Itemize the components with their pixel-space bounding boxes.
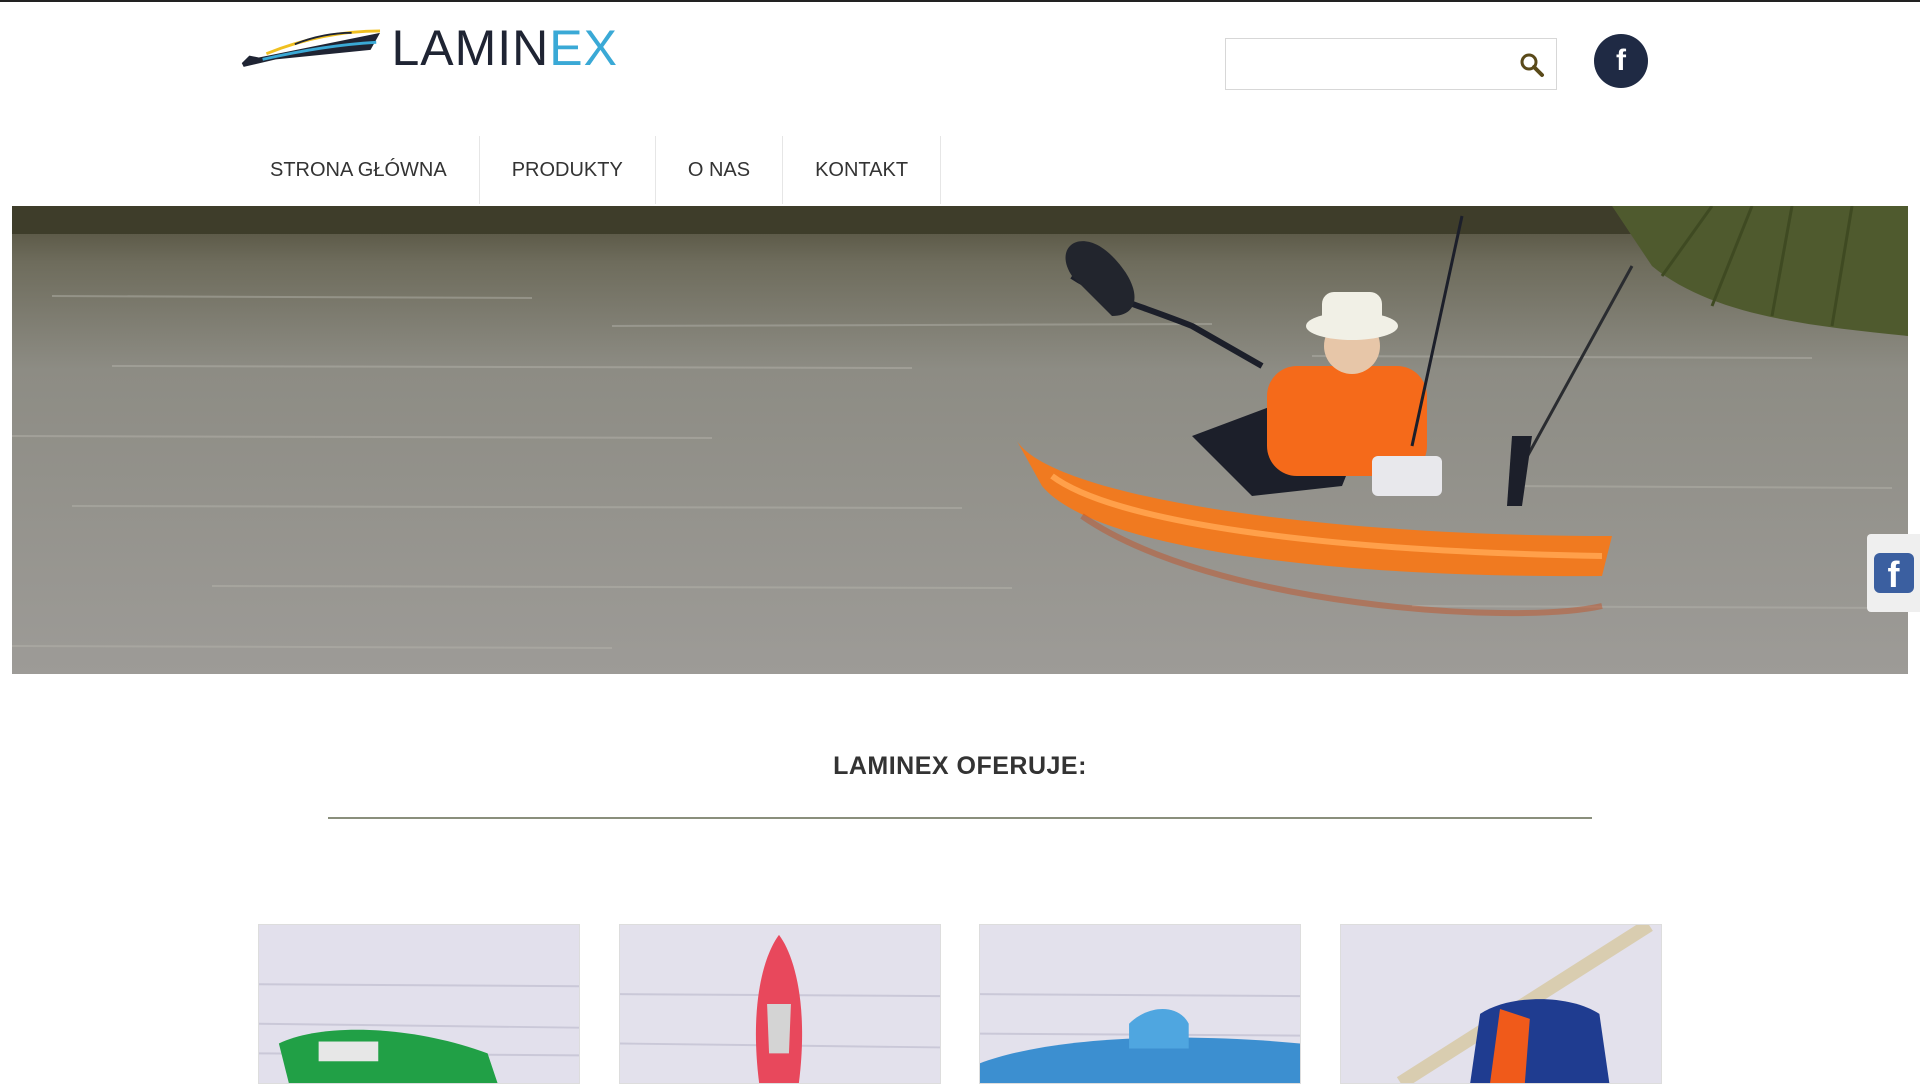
search-icon[interactable] bbox=[1518, 51, 1546, 79]
facebook-letter: f bbox=[1616, 44, 1626, 77]
life-vest-paddle-photo bbox=[1341, 925, 1661, 1083]
facebook-side-widget[interactable]: f bbox=[1867, 534, 1920, 612]
nav-item-products[interactable]: PRODUKTY bbox=[480, 136, 656, 204]
section-title: LAMINEX OFERUJE: bbox=[833, 752, 1087, 780]
product-card-red-canoe[interactable] bbox=[619, 924, 941, 1084]
logo-text: LAMINEX bbox=[391, 23, 618, 73]
logo-text-part2: EX bbox=[549, 20, 618, 76]
logo[interactable]: LAMINEX bbox=[238, 20, 618, 76]
product-card-blue-pedalo[interactable] bbox=[979, 924, 1301, 1084]
facebook-icon: f bbox=[1873, 553, 1914, 593]
facebook-icon[interactable]: f bbox=[1594, 34, 1648, 88]
search-input[interactable] bbox=[1226, 39, 1506, 89]
logo-text-part1: LAMIN bbox=[391, 20, 550, 76]
boat-logo-icon bbox=[241, 29, 381, 67]
product-card-life-vest[interactable] bbox=[1340, 924, 1662, 1084]
nav-item-home[interactable]: STRONA GŁÓWNA bbox=[238, 136, 480, 204]
search-box bbox=[1225, 38, 1557, 90]
nav-item-contact[interactable]: KONTAKT bbox=[783, 136, 942, 204]
product-card-green-boat[interactable] bbox=[258, 924, 580, 1084]
hero-banner bbox=[12, 206, 1908, 674]
top-border bbox=[0, 0, 1920, 2]
main-nav: STRONA GŁÓWNA PRODUKTY O NAS KONTAKT bbox=[238, 136, 942, 204]
red-canoe-photo bbox=[620, 925, 940, 1083]
facebook-side-letter: f bbox=[1887, 554, 1900, 593]
kayak-fisherman-photo bbox=[12, 206, 1908, 674]
green-boat-photo bbox=[259, 925, 579, 1083]
blue-pedalo-photo bbox=[980, 925, 1300, 1083]
section-divider bbox=[328, 817, 1592, 819]
nav-item-about[interactable]: O NAS bbox=[656, 136, 784, 204]
